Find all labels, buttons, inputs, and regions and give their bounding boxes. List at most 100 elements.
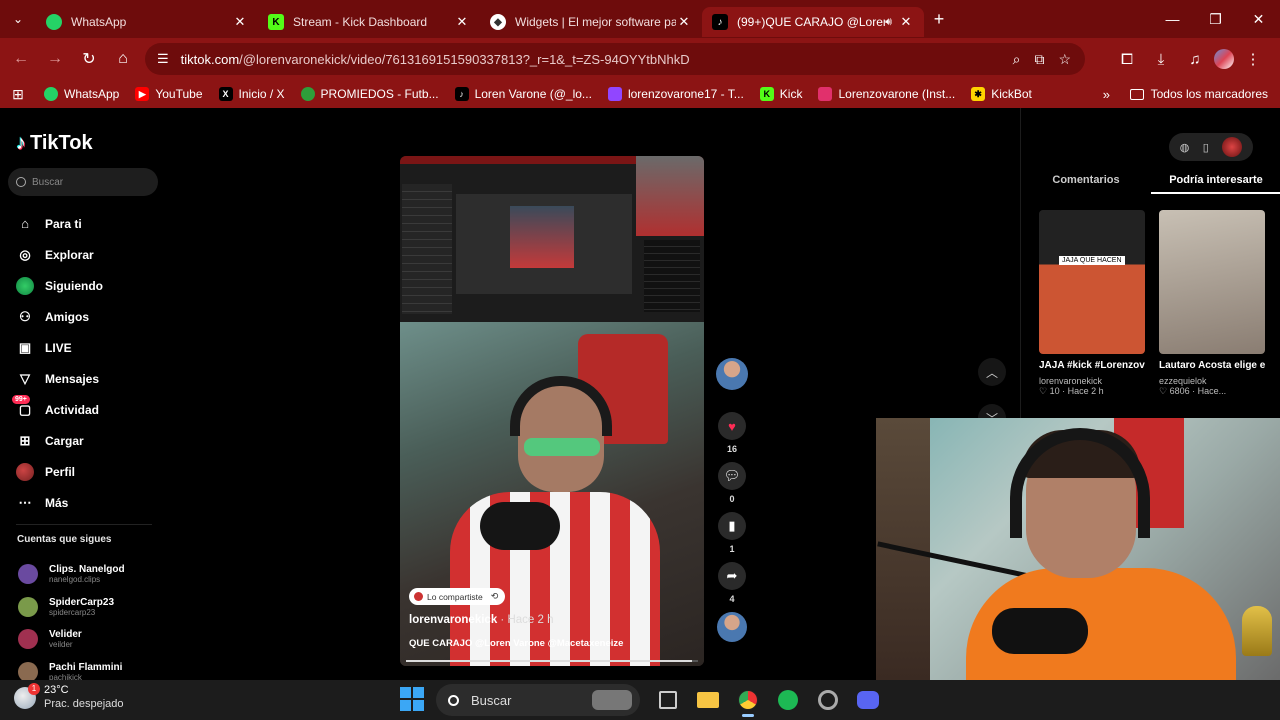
- taskbar-explorer[interactable]: [692, 684, 724, 716]
- nav-item-mas[interactable]: ⋯ Más: [16, 487, 103, 518]
- close-icon[interactable]: ✕: [898, 14, 914, 30]
- minimize-icon[interactable]: —: [1151, 0, 1194, 38]
- sound-avatar[interactable]: [717, 612, 747, 642]
- tab-tiktok-video[interactable]: ♪ (99+)QUE CARAJO @Loren 🔊︎ ✕: [702, 7, 924, 37]
- bookmark-kick[interactable]: K Kick: [752, 80, 811, 108]
- bookmark-x[interactable]: X Inicio / X: [211, 80, 293, 108]
- author-avatar[interactable]: [716, 358, 748, 390]
- bookmark-youtube[interactable]: ▶ YouTube: [127, 80, 210, 108]
- taskbar-discord[interactable]: [852, 684, 884, 716]
- profile-avatar[interactable]: [1222, 137, 1243, 157]
- bookmark-instagram[interactable]: Lorenzovarone (Inst...: [810, 80, 963, 108]
- search-input[interactable]: Buscar: [8, 168, 158, 196]
- profile-avatar-icon[interactable]: [1214, 49, 1234, 69]
- taskbar-task-view[interactable]: [652, 684, 684, 716]
- close-icon[interactable]: ✕: [676, 14, 692, 30]
- nav-item-amigos[interactable]: ⚇ Amigos: [16, 301, 103, 332]
- tab-comentarios[interactable]: Comentarios: [1021, 168, 1151, 194]
- bookmark-kickbot[interactable]: ✱ KickBot: [963, 80, 1040, 108]
- address-bar[interactable]: ☰ tiktok.com/@lorenvaronekick/video/7613…: [145, 43, 1085, 75]
- close-window-icon[interactable]: ✕: [1237, 0, 1280, 38]
- menu-kebab-icon[interactable]: ⋮: [1238, 50, 1268, 68]
- nav-label: Cargar: [45, 433, 84, 448]
- video-actions: ♥ 16 💬︎ 0 ▮ 1 ➦ 4: [714, 358, 750, 642]
- weather-widget[interactable]: 1 23°C Prac. despejado: [14, 682, 124, 712]
- tab-search-icon[interactable]: ⌄: [0, 0, 36, 38]
- upload-icon: ⊞: [19, 432, 31, 448]
- nav-item-cargar[interactable]: ⊞ Cargar: [16, 425, 103, 456]
- reload-icon[interactable]: ↻: [72, 42, 106, 76]
- heart-icon: ♥: [728, 418, 736, 434]
- recommended-video[interactable]: JAJA QUE HACEN JAJA #kick #Lorenzovarone…: [1039, 210, 1145, 397]
- nav-item-para-ti[interactable]: ⌂ Para ti: [16, 208, 103, 239]
- nav-item-siguiendo[interactable]: Siguiendo: [16, 270, 103, 301]
- following-item[interactable]: Velider veilder: [18, 623, 125, 656]
- tab-whatsapp[interactable]: WhatsApp ✕: [36, 7, 258, 37]
- site-info-icon[interactable]: ☰: [157, 51, 169, 67]
- taskbar-search[interactable]: Buscar: [436, 684, 640, 716]
- top-right-controls: ◍ ▯: [1169, 133, 1253, 161]
- taskbar-spotify[interactable]: [772, 684, 804, 716]
- nav-item-actividad[interactable]: 99+ ▢ Actividad: [12, 394, 103, 425]
- video-progress-bar[interactable]: [406, 660, 698, 662]
- tab-widgets[interactable]: ◆ Widgets | El mejor software par ✕: [480, 7, 702, 37]
- nav-item-explorar[interactable]: ◎ Explorar: [16, 239, 103, 270]
- sidebar-divider: [16, 524, 152, 525]
- right-panel-tabs: Comentarios Podría interesarte: [1021, 168, 1280, 194]
- apps-grid-icon[interactable]: ⊞: [0, 86, 36, 103]
- more-bookmarks-icon[interactable]: »: [1103, 80, 1110, 108]
- comment-icon: 💬︎: [723, 468, 741, 483]
- share-button[interactable]: ➦: [718, 562, 746, 590]
- media-controls-icon[interactable]: ♫: [1180, 51, 1210, 68]
- save-button[interactable]: ▮: [718, 512, 746, 540]
- tab-title: Widgets | El mejor software par: [515, 15, 676, 29]
- forward-icon[interactable]: →: [38, 42, 72, 76]
- recommended-video[interactable]: Lautaro Acosta elige entre los... ezzequ…: [1159, 210, 1265, 397]
- coin-icon[interactable]: ◍: [1180, 141, 1190, 154]
- taskbar-chrome[interactable]: [732, 684, 764, 717]
- back-icon[interactable]: ←: [4, 42, 38, 76]
- video-player[interactable]: Lo compartiste ⟲: [400, 156, 704, 666]
- zoom-icon[interactable]: ⌕: [1013, 51, 1021, 68]
- previous-video-button[interactable]: ︿: [978, 358, 1006, 386]
- messages-icon: ▽: [20, 370, 30, 386]
- taskbar-obs[interactable]: [812, 684, 844, 716]
- nav-item-perfil[interactable]: Perfil: [16, 456, 103, 487]
- following-item[interactable]: SpiderCarp23 spidercarp23: [18, 591, 125, 624]
- close-icon[interactable]: ✕: [454, 14, 470, 30]
- install-app-icon[interactable]: ⧉: [1034, 51, 1044, 68]
- video-author[interactable]: lorenvaronekick: [409, 614, 497, 626]
- microphone: [480, 502, 560, 550]
- avatar: [18, 629, 38, 650]
- device-icon[interactable]: ▯: [1203, 141, 1209, 154]
- home-icon[interactable]: ⌂: [106, 42, 140, 76]
- bookmark-twitch[interactable]: lorenzovarone17 - T...: [600, 80, 752, 108]
- speaker-icon[interactable]: 🔊︎: [885, 16, 892, 29]
- nav-item-live[interactable]: ▣ LIVE: [16, 332, 103, 363]
- new-tab-button[interactable]: +: [924, 9, 954, 30]
- comment-button[interactable]: 💬︎: [718, 462, 746, 490]
- discord-icon: [857, 691, 879, 709]
- like-button[interactable]: ♥: [718, 412, 746, 440]
- nav-item-mensajes[interactable]: ▽ Mensajes: [16, 363, 103, 394]
- bookmark-tiktok[interactable]: ♪ Loren Varone (@_lo...: [447, 80, 600, 108]
- extensions-icon[interactable]: ⧠: [1112, 51, 1142, 68]
- bookmark-promiedos[interactable]: PROMIEDOS - Futb...: [293, 80, 447, 108]
- live-icon: ▣: [18, 339, 32, 355]
- tab-podria-interesarte[interactable]: Podría interesarte: [1151, 168, 1280, 194]
- tab-kick-dashboard[interactable]: K Stream - Kick Dashboard ✕: [258, 7, 480, 37]
- nav-label: Amigos: [45, 309, 90, 324]
- home-icon: ⌂: [21, 216, 29, 231]
- share-count: 4: [729, 594, 735, 604]
- download-icon[interactable]: ⤓: [1146, 51, 1176, 68]
- window-controls: — ❐ ✕: [1151, 0, 1280, 38]
- start-button[interactable]: [400, 687, 424, 711]
- restore-icon[interactable]: ❐: [1194, 0, 1237, 38]
- tiktok-logo[interactable]: ♪ TikTok: [16, 132, 93, 155]
- close-icon[interactable]: ✕: [232, 14, 248, 30]
- all-bookmarks-button[interactable]: Todos los marcadores: [1129, 80, 1268, 108]
- bookmark-whatsapp[interactable]: WhatsApp: [36, 80, 127, 108]
- following-item[interactable]: Clips. Nanelgod nanelgod.clips: [18, 558, 125, 591]
- shared-badge[interactable]: Lo compartiste ⟲: [409, 588, 506, 605]
- bookmark-star-icon[interactable]: ☆: [1058, 51, 1071, 68]
